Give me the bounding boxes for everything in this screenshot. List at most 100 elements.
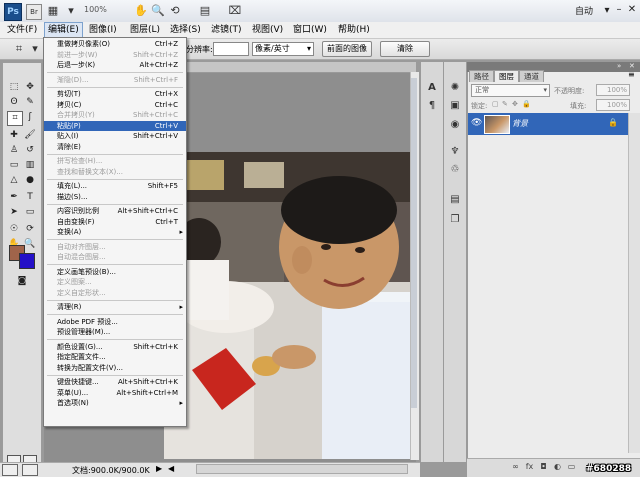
type-tool-icon[interactable]: T — [23, 191, 37, 204]
3d-orbit-tool-icon[interactable]: ⟳ — [23, 223, 37, 236]
lock-transparent-icon[interactable]: ▢ — [492, 100, 499, 108]
healing-brush-tool-icon[interactable]: ✚ — [7, 129, 21, 142]
panel-menu-icon[interactable]: ≡ — [628, 70, 635, 79]
menu-view[interactable]: 视图(V) — [249, 22, 286, 38]
opacity-field[interactable]: 100% — [596, 84, 630, 96]
blur-tool-icon[interactable]: △ — [7, 174, 21, 187]
adjustment-layer-icon[interactable]: ◐ — [552, 461, 563, 472]
close-icon[interactable]: ✕ — [629, 62, 635, 70]
clone-source-panel-icon[interactable]: ♲ — [447, 162, 463, 178]
edit-menu-item[interactable]: 预设管理器(M)... — [44, 327, 186, 338]
clone-stamp-tool-icon[interactable]: ♙ — [7, 144, 21, 157]
crop-tool-icon[interactable]: ⌗ — [7, 111, 23, 126]
layer-style-icon[interactable]: fx — [524, 461, 535, 472]
edit-menu-item[interactable]: 渐隐(D)... Shift+Ctrl+F — [44, 75, 186, 86]
lasso-tool-icon[interactable]: ʘ — [7, 96, 21, 109]
layers-scrollbar[interactable] — [628, 113, 640, 453]
marquee-tool-icon[interactable]: ⬚ — [7, 81, 21, 94]
fill-field[interactable]: 100% — [596, 99, 630, 111]
tab-channels[interactable]: 通道 — [519, 70, 544, 82]
quick-select-tool-icon[interactable]: ✎ — [23, 96, 37, 109]
brushes-panel-icon[interactable]: ♆ — [447, 144, 463, 160]
close-icon[interactable]: ✕ — [625, 3, 639, 17]
arrange-documents-icon[interactable]: ▤ — [198, 4, 212, 18]
menu-help[interactable]: 帮助(H) — [335, 22, 373, 38]
dodge-tool-icon[interactable]: ● — [23, 174, 37, 187]
workspace-switcher[interactable]: 自动 — [575, 4, 593, 17]
hand-tool-icon[interactable]: ✋ — [134, 4, 148, 18]
paragraph-panel-icon[interactable]: ¶ — [424, 98, 440, 114]
pen-tool-icon[interactable]: ✒ — [7, 191, 21, 204]
edit-menu-item[interactable]: 后退一步(K) Alt+Ctrl+Z — [44, 60, 186, 71]
new-group-icon[interactable]: ▭ — [566, 461, 577, 472]
resolution-input[interactable] — [213, 42, 249, 56]
blend-mode-select[interactable]: 正常 ▾ — [471, 84, 550, 97]
gradient-tool-icon[interactable]: ▥ — [23, 159, 37, 172]
edit-menu-item[interactable]: 颜色设置(G)... Shift+Ctrl+K — [44, 342, 186, 353]
menu-file[interactable]: 文件(F) — [4, 22, 40, 38]
vertical-scrollbar-thumb[interactable] — [411, 78, 417, 408]
edit-menu-item[interactable]: 描边(S)... — [44, 192, 186, 203]
brush-tool-icon[interactable]: 🖌 — [23, 129, 37, 142]
minimize-icon[interactable]: – — [612, 3, 626, 17]
edit-menu-item[interactable]: 菜单(U)... Alt+Shift+Ctrl+M — [44, 388, 186, 399]
zoom-tool-icon[interactable]: 🔍 — [23, 238, 37, 251]
bridge-button[interactable]: Br — [26, 4, 42, 20]
menu-select[interactable]: 选择(S) — [167, 22, 204, 38]
edit-menu-item[interactable]: 转换为配置文件(V)... — [44, 363, 186, 374]
eyedropper-tool-icon[interactable]: ʃ — [23, 111, 37, 124]
zoom-level[interactable]: 100% — [84, 4, 118, 16]
menu-layer[interactable]: 图层(L) — [127, 22, 163, 38]
visibility-eye-icon[interactable]: 👁 — [471, 118, 482, 128]
tab-paths[interactable]: 路径 — [469, 70, 494, 82]
chevron-down-icon[interactable]: ▾ — [28, 42, 42, 56]
lock-position-icon[interactable]: ✥ — [512, 100, 518, 108]
shape-tool-icon[interactable]: ▭ — [23, 206, 37, 219]
edit-menu-item[interactable]: 贴入(I) Shift+Ctrl+V — [44, 131, 186, 142]
link-layers-icon[interactable]: ∞ — [510, 461, 521, 472]
horizontal-scrollbar[interactable] — [196, 464, 408, 474]
edit-menu-item[interactable]: 自动对齐图层... — [44, 242, 186, 253]
edit-menu-item[interactable]: 拷贝(C) Ctrl+C — [44, 100, 186, 111]
tab-layers[interactable]: 图层 — [494, 70, 519, 82]
add-mask-icon[interactable]: ◘ — [538, 461, 549, 472]
edit-menu-item[interactable]: 自动混合图层... — [44, 252, 186, 263]
actions-panel-icon[interactable]: ❐ — [447, 212, 463, 228]
edit-menu-item[interactable]: 键盘快捷键... Alt+Shift+Ctrl+K — [44, 377, 186, 388]
menu-image[interactable]: 图像(I) — [86, 22, 120, 38]
zoom-tool-icon[interactable]: 🔍 — [151, 4, 165, 18]
layer-row-background[interactable]: 👁 🔒 — [468, 113, 628, 135]
edit-menu-item[interactable]: 粘贴(P) Ctrl+V — [44, 120, 186, 131]
edit-menu-item[interactable]: 查找和替换文本(X)... — [44, 167, 186, 178]
edit-menu-item[interactable]: 自由变换(F) Ctrl+T — [44, 217, 186, 228]
play-icon[interactable]: ▶ — [156, 464, 162, 473]
background-color-swatch[interactable] — [19, 253, 35, 269]
layer-name[interactable]: 背景 — [512, 118, 528, 129]
menu-filter[interactable]: 滤镜(T) — [208, 22, 245, 38]
unit-select[interactable]: 像素/英寸 ▾ — [252, 42, 314, 56]
edit-menu-item[interactable]: 内容识别比例 Alt+Shift+Ctrl+C — [44, 206, 186, 217]
edit-menu-item[interactable]: 拼写检查(H)... — [44, 156, 186, 167]
menu-edit[interactable]: 编辑(E) — [44, 22, 83, 38]
move-tool-icon[interactable]: ✥ — [23, 81, 37, 94]
edit-menu-item[interactable]: 变换(A) ▸ — [44, 227, 186, 238]
edit-menu-item[interactable]: 前进一步(W) Shift+Ctrl+Z — [44, 50, 186, 61]
edit-menu-item[interactable]: 定义画笔预设(B)... — [44, 267, 186, 278]
edit-menu-item[interactable]: 重做拷贝像素(O) Ctrl+Z — [44, 39, 186, 50]
photo-canvas[interactable] — [164, 152, 410, 459]
rotate-view-icon[interactable]: ⟲ — [168, 4, 182, 18]
edit-menu-item[interactable]: 清除(E) — [44, 142, 186, 153]
styles-panel-icon[interactable]: ▣ — [447, 98, 463, 114]
history-panel-icon[interactable]: ▤ — [447, 192, 463, 208]
character-panel-icon[interactable]: A — [424, 80, 440, 96]
view-extras-icon[interactable]: ▦ — [46, 4, 60, 18]
edit-menu-item[interactable]: 填充(L)... Shift+F5 — [44, 181, 186, 192]
edit-menu-item[interactable]: 剪切(T) Ctrl+X — [44, 89, 186, 100]
history-brush-tool-icon[interactable]: ↺ — [23, 144, 37, 157]
collapse-icon[interactable]: » — [617, 62, 621, 70]
eraser-tool-icon[interactable]: ▭ — [7, 159, 21, 172]
chevron-down-icon[interactable]: ▾ — [64, 4, 78, 18]
lock-all-icon[interactable]: 🔒 — [522, 100, 531, 108]
edit-menu-item[interactable]: 定义图案... — [44, 277, 186, 288]
edit-menu-item[interactable]: 指定配置文件... — [44, 352, 186, 363]
